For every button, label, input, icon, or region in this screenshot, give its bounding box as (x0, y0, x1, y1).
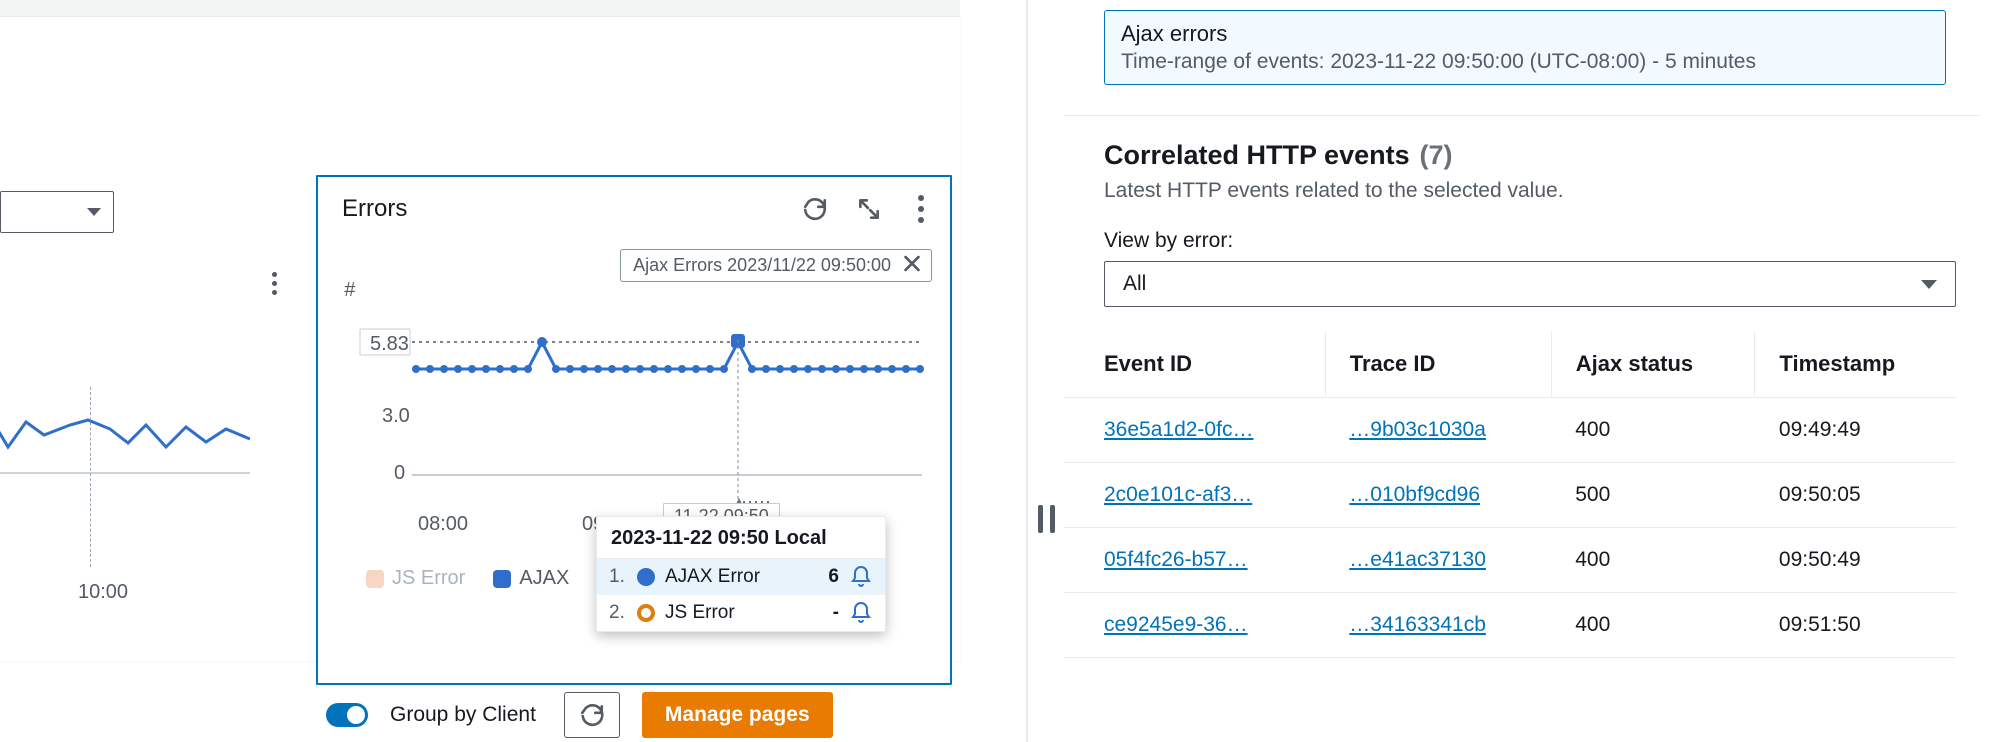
legend-label-ajax: AJAX (519, 567, 569, 590)
ajax-status-cell: 400 (1551, 528, 1755, 593)
table-row: 36e5a1d2-0fc… …9b03c1030a 40009:49:49 (1064, 398, 1956, 463)
errors-ytick-top: 5.83 (370, 333, 409, 356)
ajax-status-cell: 400 (1551, 398, 1755, 463)
col-ajax-status[interactable]: Ajax status (1551, 331, 1755, 398)
legend-swatch-ajax (493, 570, 511, 588)
legend-item-js-error[interactable]: JS Error (366, 567, 465, 590)
event-id-link[interactable]: ce9245e9-36… (1104, 613, 1248, 636)
col-timestamp[interactable]: Timestamp (1755, 331, 1956, 398)
series-ring-icon (637, 604, 655, 622)
errors-chart-tooltip: 2023-11-22 09:50 Local 1. AJAX Error 6 2… (596, 516, 886, 632)
adjacent-chart-line (0, 387, 250, 477)
trace-id-link[interactable]: …9b03c1030a (1349, 418, 1486, 441)
manage-pages-button[interactable]: Manage pages (642, 692, 833, 738)
view-by-error-label: View by error: (1104, 229, 1980, 253)
info-box-title: Ajax errors (1121, 21, 1929, 47)
trace-id-cell: …010bf9cd96 (1325, 463, 1551, 528)
correlated-events-title: Correlated HTTP events (1104, 140, 1410, 170)
bell-icon[interactable] (849, 601, 873, 625)
trace-id-cell: …34163341cb (1325, 593, 1551, 658)
legend-swatch-js (366, 570, 384, 588)
tooltip-row-ajax: 1. AJAX Error 6 (597, 559, 885, 595)
ajax-status-cell: 400 (1551, 593, 1755, 658)
trace-id-cell: …9b03c1030a (1325, 398, 1551, 463)
series-dot-icon (637, 568, 655, 586)
view-by-error-select[interactable]: All (1104, 261, 1956, 307)
event-id-cell: 36e5a1d2-0fc… (1064, 398, 1325, 463)
refresh-button[interactable] (564, 692, 620, 738)
tooltip-series-label: JS Error (665, 602, 803, 624)
event-id-link[interactable]: 36e5a1d2-0fc… (1104, 418, 1253, 441)
tooltip-title: 2023-11-22 09:50 Local (597, 517, 885, 559)
timestamp-cell: 09:51:50 (1755, 593, 1956, 658)
col-trace-id[interactable]: Trace ID (1325, 331, 1551, 398)
adjacent-chart-menu[interactable] (262, 267, 286, 299)
tooltip-series-label: AJAX Error (665, 566, 803, 588)
info-box-subtitle: Time-range of events: 2023-11-22 09:50:0… (1121, 50, 1929, 74)
trace-id-link[interactable]: …010bf9cd96 (1349, 483, 1480, 506)
table-row: ce9245e9-36… …34163341cb 40009:51:50 (1064, 593, 1956, 658)
correlated-events-subtitle: Latest HTTP events related to the select… (1104, 179, 1980, 203)
trace-id-cell: …e41ac37130 (1325, 528, 1551, 593)
errors-y-axis-label: # (344, 279, 355, 302)
event-id-cell: 05f4fc26-b57… (1064, 528, 1325, 593)
errors-chart[interactable]: 5.83 3.0 0 08:00 09:00 (342, 307, 934, 547)
tooltip-index: 1. (609, 566, 627, 588)
event-id-link[interactable]: 05f4fc26-b57… (1104, 548, 1248, 571)
chevron-down-icon (1921, 280, 1937, 289)
errors-filter-pill-text: Ajax Errors 2023/11/22 09:50:00 (633, 255, 891, 275)
event-id-cell: ce9245e9-36… (1064, 593, 1325, 658)
table-row: 05f4fc26-b57… …e41ac37130 40009:50:49 (1064, 528, 1956, 593)
errors-widget-title: Errors (342, 195, 407, 223)
tooltip-index: 2. (609, 602, 627, 624)
trace-id-link[interactable]: …34163341cb (1349, 613, 1486, 636)
adjacent-chart-preview: 10:00 t (0, 257, 290, 617)
group-by-client-toggle[interactable] (326, 703, 368, 727)
timestamp-cell: 09:49:49 (1755, 398, 1956, 463)
refresh-icon[interactable] (802, 196, 828, 222)
event-id-link[interactable]: 2c0e101c-af3… (1104, 483, 1252, 506)
tooltip-series-value: 6 (813, 566, 839, 588)
ajax-status-cell: 500 (1551, 463, 1755, 528)
errors-ytick-bottom: 0 (394, 462, 405, 485)
group-by-client-label: Group by Client (390, 703, 536, 727)
col-event-id[interactable]: Event ID (1064, 331, 1325, 398)
event-id-cell: 2c0e101c-af3… (1064, 463, 1325, 528)
timestamp-cell: 09:50:05 (1755, 463, 1956, 528)
tooltip-row-js: 2. JS Error - (597, 595, 885, 631)
bell-icon[interactable] (849, 565, 873, 589)
resize-handle[interactable] (1038, 505, 1055, 533)
correlated-events-heading: Correlated HTTP events (7) (1104, 140, 1980, 171)
trace-id-link[interactable]: …e41ac37130 (1349, 548, 1486, 571)
timestamp-cell: 09:50:49 (1755, 528, 1956, 593)
expand-icon[interactable] (856, 196, 882, 222)
close-icon[interactable] (901, 252, 923, 279)
table-row: 2c0e101c-af3… …010bf9cd96 50009:50:05 (1064, 463, 1956, 528)
vertical-divider (1026, 0, 1028, 742)
errors-xtick-1: 08:00 (418, 513, 468, 536)
correlated-events-table: Event ID Trace ID Ajax status Timestamp … (1064, 331, 1956, 658)
left-mini-select[interactable] (0, 191, 114, 233)
errors-widget-menu[interactable] (910, 195, 932, 223)
correlated-events-count: (7) (1420, 140, 1453, 170)
errors-ytick-mid: 3.0 (382, 405, 410, 428)
section-divider (1064, 115, 1980, 116)
legend-item-ajax[interactable]: AJAX (493, 567, 569, 590)
view-by-error-value: All (1123, 272, 1146, 296)
errors-filter-pill: Ajax Errors 2023/11/22 09:50:00 (620, 249, 932, 282)
adjacent-chart-xtick: 10:00 (78, 581, 128, 604)
chevron-down-icon (87, 208, 101, 216)
selected-event-info-box: Ajax errors Time-range of events: 2023-1… (1104, 10, 1946, 85)
legend-label-js: JS Error (392, 567, 465, 590)
tooltip-series-value: - (813, 602, 839, 624)
